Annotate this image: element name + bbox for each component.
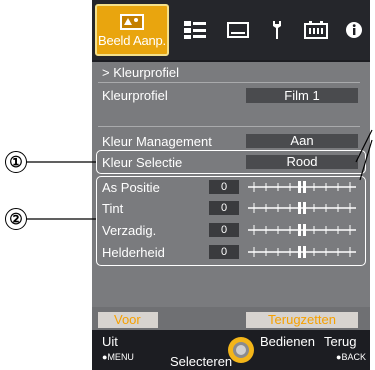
callout-1: ① (5, 151, 27, 173)
callout-lines (27, 129, 373, 220)
callout-2: ② (5, 208, 27, 230)
